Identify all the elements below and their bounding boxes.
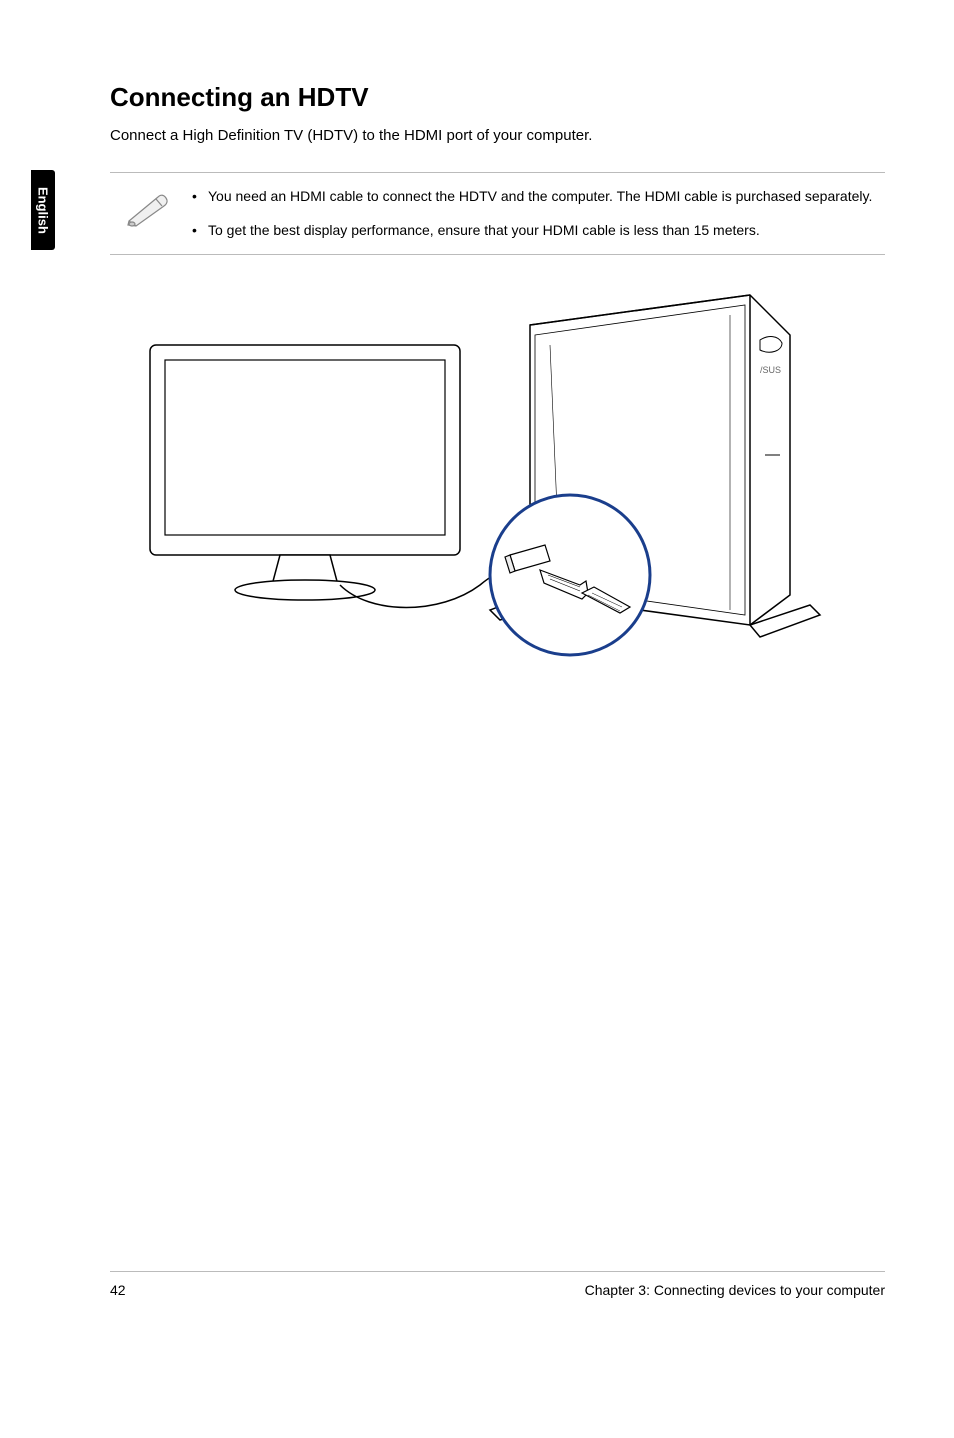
- hdtv-monitor-icon: [150, 345, 460, 600]
- hdmi-port-detail-icon: [490, 495, 650, 655]
- page-number: 42: [110, 1282, 126, 1298]
- note-bullet-1: You need an HDMI cable to connect the HD…: [190, 187, 885, 207]
- note-pencil-icon: [110, 187, 190, 229]
- note-bullet-2: To get the best display performance, ens…: [190, 221, 885, 241]
- connection-diagram: /SUS: [110, 285, 885, 675]
- note-text-container: You need an HDMI cable to connect the HD…: [190, 187, 885, 240]
- language-side-tab: English: [31, 170, 55, 250]
- main-content: Connecting an HDTV Connect a High Defini…: [110, 82, 885, 675]
- intro-text: Connect a High Definition TV (HDTV) to t…: [110, 127, 885, 144]
- chapter-label: Chapter 3: Connecting devices to your co…: [585, 1282, 885, 1298]
- svg-text:/SUS: /SUS: [760, 365, 781, 375]
- section-heading: Connecting an HDTV: [110, 82, 885, 113]
- page-footer: 42 Chapter 3: Connecting devices to your…: [110, 1271, 885, 1298]
- note-block: You need an HDMI cable to connect the HD…: [110, 172, 885, 255]
